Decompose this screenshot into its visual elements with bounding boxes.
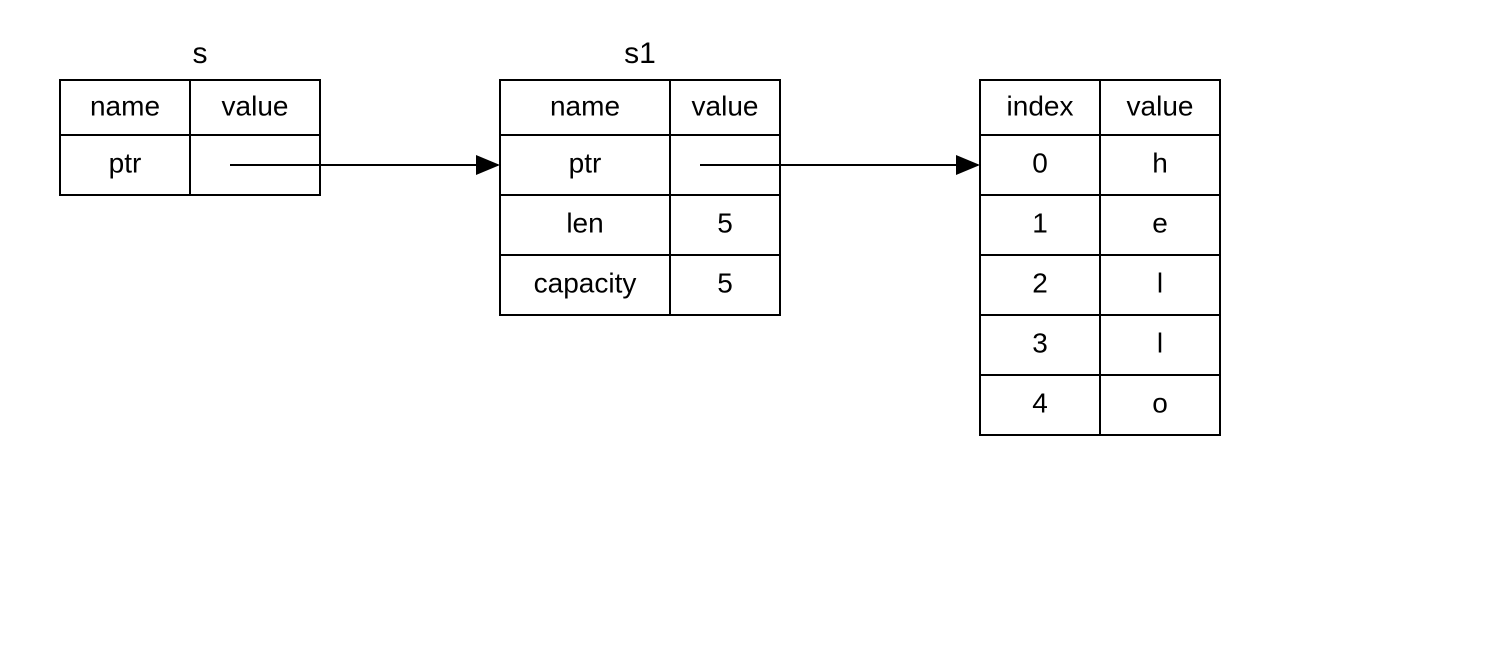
table-s-header-value: value bbox=[222, 90, 289, 121]
table-heap-row0-index: 0 bbox=[1032, 147, 1048, 178]
table-heap-header-index: index bbox=[1007, 90, 1074, 121]
table-heap-row0-value: h bbox=[1152, 147, 1168, 178]
table-heap-header-value: value bbox=[1127, 90, 1194, 121]
table-heap: index value 0 h 1 e 2 l 3 l 4 o bbox=[980, 80, 1220, 435]
table-s1-header-value: value bbox=[692, 90, 759, 121]
table-s-header-name: name bbox=[90, 90, 160, 121]
table-s1: name value ptr len 5 capacity 5 bbox=[500, 80, 780, 315]
table-heap-row3-value: l bbox=[1157, 327, 1163, 358]
table-s1-header-name: name bbox=[550, 90, 620, 121]
table-s1-row0-name: ptr bbox=[569, 147, 602, 178]
table-heap-row4-index: 4 bbox=[1032, 387, 1048, 418]
table-heap-row1-value: e bbox=[1152, 207, 1168, 238]
table-heap-row2-index: 2 bbox=[1032, 267, 1048, 298]
table-s-title: s bbox=[193, 37, 208, 70]
table-s: name value ptr bbox=[60, 80, 320, 195]
table-heap-row4-value: o bbox=[1152, 387, 1168, 418]
table-s1-row1-value: 5 bbox=[717, 207, 733, 238]
table-s1-row1-name: len bbox=[566, 207, 603, 238]
table-s1-row2-name: capacity bbox=[534, 267, 637, 298]
table-s1-row2-value: 5 bbox=[717, 267, 733, 298]
table-heap-row1-index: 1 bbox=[1032, 207, 1048, 238]
table-s-row0-name: ptr bbox=[109, 147, 142, 178]
table-s1-title: s1 bbox=[624, 37, 656, 70]
table-heap-row2-value: l bbox=[1157, 267, 1163, 298]
memory-diagram: s name value ptr s1 name value ptr len 5… bbox=[0, 0, 1500, 650]
table-heap-row3-index: 3 bbox=[1032, 327, 1048, 358]
